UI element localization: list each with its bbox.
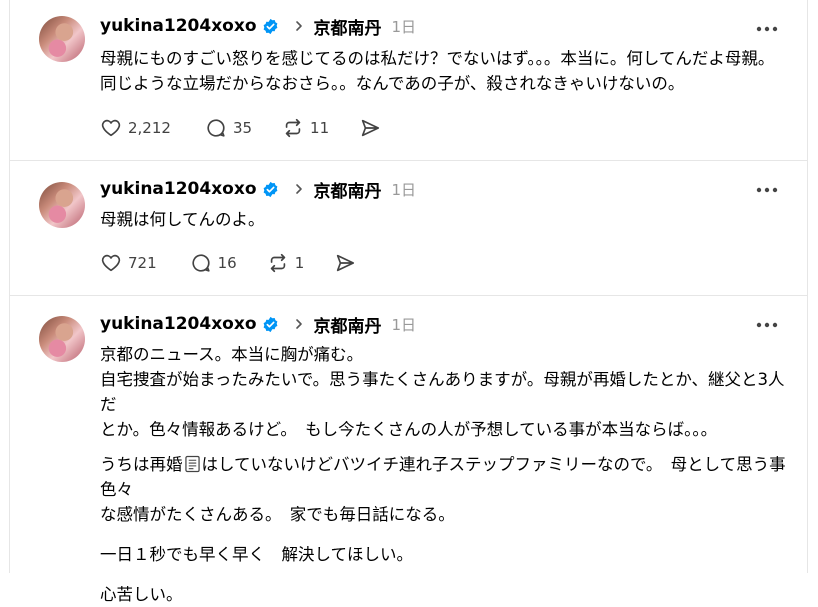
avatar[interactable] [39, 316, 85, 362]
reply-button[interactable]: 16 [190, 252, 237, 274]
post: yukina1204xoxo 京都南丹 1日 母親にものすごい怒りを感じてるのは… [9, 0, 808, 160]
share-icon [361, 119, 380, 137]
post-text-line: 自宅捜査が始まったみたいで。思う事たくさんありますが。母親が再婚したとか、継父と… [100, 370, 785, 414]
avatar[interactable] [39, 182, 85, 228]
chevron-right-icon [295, 21, 302, 31]
post-text-fragment: うちは再婚 [100, 455, 183, 474]
username[interactable]: yukina1204xoxo [100, 16, 257, 36]
post-text-line: 母親にものすごい怒りを感じてるのは私だけ？でないはず。。。本当に。何してんだよ母… [100, 49, 775, 68]
post-time: 1日 [391, 180, 417, 199]
post-text-line: 同じような立場だからなおさら。。なんであの子が、殺されなきゃいけないの。 [100, 74, 685, 93]
repost-count: 1 [294, 254, 305, 272]
post-paragraph: 心苦しい。 [100, 585, 183, 604]
post-text: 母親は何してんのよ。 [100, 207, 790, 232]
share-button[interactable] [334, 252, 356, 274]
more-options-icon[interactable] [756, 187, 778, 193]
repost-icon [285, 118, 301, 138]
like-count: 2,212 [128, 119, 171, 137]
repost-button[interactable]: 1 [267, 252, 305, 274]
post-text-line: 京都のニュース。本当に胸が痛む。 [100, 345, 364, 364]
repost-icon [270, 253, 285, 273]
post-text-fragment: はしていないけどバツイチ連れ子ステップファミリーなので。 母として思う事色々 [100, 455, 786, 499]
chevron-right-icon [295, 184, 302, 194]
post-actions: 2,212 35 11 [100, 116, 381, 140]
share-icon [337, 254, 355, 272]
like-count: 721 [128, 254, 157, 272]
post-text: 母親にものすごい怒りを感じてるのは私だけ？でないはず。。。本当に。何してんだよ母… [100, 46, 790, 96]
post: yukina1204xoxo 京都南丹 1日 京都のニュース。本当に胸が痛む。 … [9, 296, 808, 604]
post-header: yukina1204xoxo 京都南丹 1日 [100, 177, 417, 202]
reply-count: 16 [217, 254, 237, 272]
thread-feed: yukina1204xoxo 京都南丹 1日 母親にものすごい怒りを感じてるのは… [0, 0, 818, 604]
post-header: yukina1204xoxo 京都南丹 1日 [100, 14, 417, 39]
verified-badge-icon [263, 181, 277, 197]
username[interactable]: yukina1204xoxo [100, 179, 257, 199]
reply-button[interactable]: 35 [205, 117, 252, 139]
comment-icon [207, 119, 225, 137]
repost-button[interactable]: 11 [282, 117, 329, 139]
username[interactable]: yukina1204xoxo [100, 314, 257, 334]
post-paragraph: うちは再婚 はしていないけどバツイチ連れ子ステップファミリーなので。 母として思う… [100, 452, 790, 527]
post: yukina1204xoxo 京都南丹 1日 母親は何してんのよ。 721 16… [9, 161, 808, 295]
document-emoji-icon [184, 455, 200, 473]
chevron-right-icon [295, 319, 302, 329]
post-paragraph: 京都のニュース。本当に胸が痛む。 自宅捜査が始まったみたいで。思う事たくさんあり… [100, 342, 790, 442]
heart-icon [101, 119, 121, 137]
post-paragraph: 一日１秒でも早く早く 解決してほしい。 [100, 545, 414, 564]
post-text-line: とか。色々情報あるけど。 もし今たくさんの人が予想している事が本当ならば。。。 [100, 420, 718, 439]
post-actions: 721 16 1 [100, 251, 356, 275]
topic-tag[interactable]: 京都南丹 [314, 177, 382, 202]
post-time: 1日 [391, 17, 417, 36]
verified-badge-icon [263, 316, 277, 332]
more-options-icon[interactable] [756, 26, 778, 32]
repost-count: 11 [310, 119, 330, 137]
like-button[interactable]: 2,212 [100, 117, 171, 139]
post-text-line: な感情がたくさんある。 家でも毎日話になる。 [100, 505, 455, 524]
like-button[interactable]: 721 [100, 252, 157, 274]
post-text: 京都のニュース。本当に胸が痛む。 自宅捜査が始まったみたいで。思う事たくさんあり… [100, 342, 790, 607]
post-time: 1日 [391, 315, 417, 334]
post-header: yukina1204xoxo 京都南丹 1日 [100, 312, 417, 337]
share-button[interactable] [359, 117, 381, 139]
reply-count: 35 [232, 119, 253, 137]
avatar[interactable] [39, 16, 85, 62]
topic-tag[interactable]: 京都南丹 [314, 14, 382, 39]
comment-icon [192, 254, 210, 272]
topic-tag[interactable]: 京都南丹 [314, 312, 382, 337]
heart-icon [101, 254, 121, 272]
post-text-line: 母親は何してんのよ。 [100, 210, 265, 229]
more-options-icon[interactable] [756, 322, 778, 328]
verified-badge-icon [263, 18, 277, 34]
